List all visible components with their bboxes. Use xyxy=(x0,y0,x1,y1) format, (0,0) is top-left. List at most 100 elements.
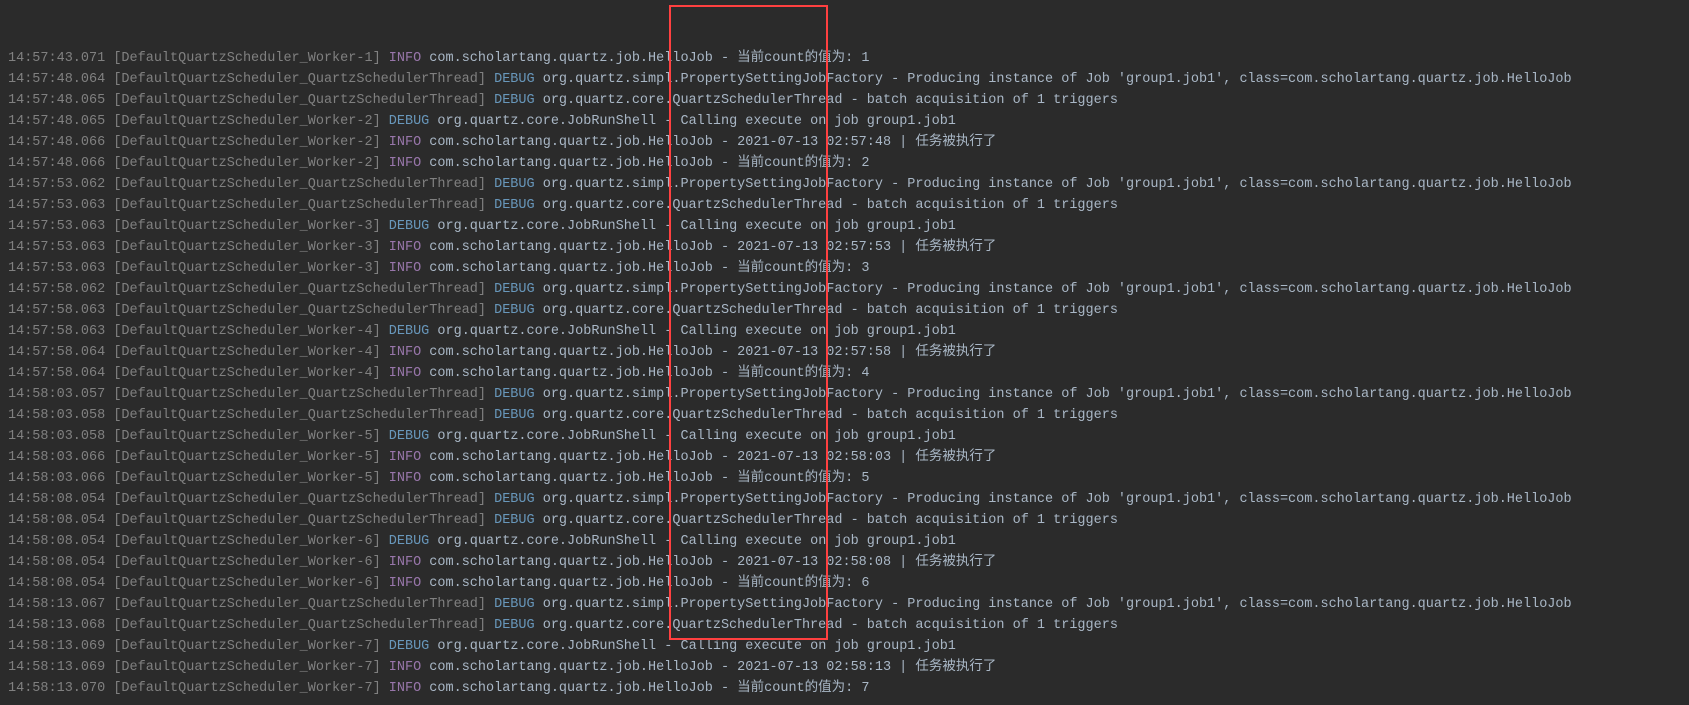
log-line[interactable]: 14:58:03.058 [DefaultQuartzScheduler_Wor… xyxy=(8,426,1681,447)
log-message: 2021-07-13 02:57:48 | 任务被执行了 xyxy=(737,135,996,150)
bracket: [ xyxy=(105,471,121,486)
log-level: DEBUG xyxy=(494,408,535,423)
logger-name: com.scholartang.quartz.job.HelloJob xyxy=(429,450,713,465)
bracket: ] xyxy=(373,51,389,66)
separator: - xyxy=(842,198,866,213)
log-level: DEBUG xyxy=(494,597,535,612)
bracket: ] xyxy=(373,555,389,570)
logger-name: com.scholartang.quartz.job.HelloJob xyxy=(429,261,713,276)
log-message: Calling execute on job group1.job1 xyxy=(680,429,955,444)
logger-name: com.scholartang.quartz.job.HelloJob xyxy=(429,135,713,150)
thread-name: DefaultQuartzScheduler_QuartzSchedulerTh… xyxy=(121,597,477,612)
log-line[interactable]: 14:57:53.063 [DefaultQuartzScheduler_Wor… xyxy=(8,237,1681,258)
log-line[interactable]: 14:57:53.063 [DefaultQuartzScheduler_Wor… xyxy=(8,258,1681,279)
log-line[interactable]: 14:58:13.070 [DefaultQuartzScheduler_Wor… xyxy=(8,678,1681,699)
log-line[interactable]: 14:57:48.065 [DefaultQuartzScheduler_Wor… xyxy=(8,111,1681,132)
log-line[interactable]: 14:58:13.069 [DefaultQuartzScheduler_Wor… xyxy=(8,657,1681,678)
timestamp: 14:58:08.054 xyxy=(8,513,105,528)
log-level: DEBUG xyxy=(389,219,430,234)
log-line[interactable]: 14:58:13.067 [DefaultQuartzScheduler_Qua… xyxy=(8,594,1681,615)
bracket: ] xyxy=(478,618,494,633)
log-line[interactable]: 14:57:58.062 [DefaultQuartzScheduler_Qua… xyxy=(8,279,1681,300)
log-line[interactable]: 14:58:03.066 [DefaultQuartzScheduler_Wor… xyxy=(8,447,1681,468)
log-line[interactable]: 14:57:53.062 [DefaultQuartzScheduler_Qua… xyxy=(8,174,1681,195)
log-level: DEBUG xyxy=(494,198,535,213)
bracket: [ xyxy=(105,450,121,465)
log-line[interactable]: 14:57:53.063 [DefaultQuartzScheduler_Wor… xyxy=(8,216,1681,237)
log-line[interactable]: 14:57:53.063 [DefaultQuartzScheduler_Qua… xyxy=(8,195,1681,216)
thread-name: DefaultQuartzScheduler_Worker-2 xyxy=(121,135,372,150)
timestamp: 14:57:53.063 xyxy=(8,261,105,276)
logger-name: com.scholartang.quartz.job.HelloJob xyxy=(429,555,713,570)
logger-name: org.quartz.simpl.PropertySettingJobFacto… xyxy=(543,597,883,612)
thread-name: DefaultQuartzScheduler_QuartzSchedulerTh… xyxy=(121,513,477,528)
thread-name: DefaultQuartzScheduler_Worker-4 xyxy=(121,345,372,360)
separator: - xyxy=(656,429,680,444)
bracket: ] xyxy=(478,198,494,213)
separator: - xyxy=(883,597,907,612)
logger-name: org.quartz.simpl.PropertySettingJobFacto… xyxy=(543,177,883,192)
separator: - xyxy=(713,576,737,591)
log-line[interactable]: 14:58:08.054 [DefaultQuartzScheduler_Qua… xyxy=(8,489,1681,510)
log-line[interactable]: 14:57:58.063 [DefaultQuartzScheduler_Qua… xyxy=(8,300,1681,321)
timestamp: 14:58:03.057 xyxy=(8,387,105,402)
thread-name: DefaultQuartzScheduler_QuartzSchedulerTh… xyxy=(121,492,477,507)
log-line[interactable]: 14:57:48.065 [DefaultQuartzScheduler_Qua… xyxy=(8,90,1681,111)
thread-name: DefaultQuartzScheduler_Worker-4 xyxy=(121,324,372,339)
thread-name: DefaultQuartzScheduler_Worker-3 xyxy=(121,219,372,234)
log-line[interactable]: 14:57:58.063 [DefaultQuartzScheduler_Wor… xyxy=(8,321,1681,342)
bracket: ] xyxy=(478,303,494,318)
separator: - xyxy=(842,618,866,633)
timestamp: 14:57:48.065 xyxy=(8,93,105,108)
log-message: Producing instance of Job 'group1.job1',… xyxy=(907,72,1571,87)
separator: - xyxy=(713,135,737,150)
log-output-panel[interactable]: 14:57:43.071 [DefaultQuartzScheduler_Wor… xyxy=(0,0,1689,705)
bracket: ] xyxy=(373,156,389,171)
log-message: Calling execute on job group1.job1 xyxy=(680,324,955,339)
log-line[interactable]: 14:58:03.057 [DefaultQuartzScheduler_Qua… xyxy=(8,384,1681,405)
log-line[interactable]: 14:57:48.066 [DefaultQuartzScheduler_Wor… xyxy=(8,153,1681,174)
bracket: [ xyxy=(105,219,121,234)
log-level: INFO xyxy=(389,555,421,570)
bracket: [ xyxy=(105,660,121,675)
bracket: [ xyxy=(105,492,121,507)
log-level: DEBUG xyxy=(494,282,535,297)
log-line[interactable]: 14:57:48.064 [DefaultQuartzScheduler_Qua… xyxy=(8,69,1681,90)
bracket: [ xyxy=(105,114,121,129)
thread-name: DefaultQuartzScheduler_Worker-5 xyxy=(121,450,372,465)
bracket: ] xyxy=(373,681,389,696)
log-line[interactable]: 14:57:43.071 [DefaultQuartzScheduler_Wor… xyxy=(8,48,1681,69)
timestamp: 14:58:08.054 xyxy=(8,576,105,591)
log-level: INFO xyxy=(389,366,421,381)
timestamp: 14:57:53.063 xyxy=(8,198,105,213)
logger-name: org.quartz.simpl.PropertySettingJobFacto… xyxy=(543,72,883,87)
logger-name: org.quartz.core.JobRunShell xyxy=(437,429,656,444)
bracket: [ xyxy=(105,513,121,528)
separator: - xyxy=(713,471,737,486)
logger-name: org.quartz.simpl.PropertySettingJobFacto… xyxy=(543,387,883,402)
log-line[interactable]: 14:58:03.058 [DefaultQuartzScheduler_Qua… xyxy=(8,405,1681,426)
timestamp: 14:58:03.066 xyxy=(8,471,105,486)
log-line[interactable]: 14:58:08.054 [DefaultQuartzScheduler_Wor… xyxy=(8,552,1681,573)
bracket: [ xyxy=(105,408,121,423)
thread-name: DefaultQuartzScheduler_QuartzSchedulerTh… xyxy=(121,93,477,108)
log-line[interactable]: 14:58:03.066 [DefaultQuartzScheduler_Wor… xyxy=(8,468,1681,489)
log-message: 2021-07-13 02:57:53 | 任务被执行了 xyxy=(737,240,996,255)
logger-name: com.scholartang.quartz.job.HelloJob xyxy=(429,681,713,696)
log-line[interactable]: 14:58:13.069 [DefaultQuartzScheduler_Wor… xyxy=(8,636,1681,657)
log-line[interactable]: 14:57:58.064 [DefaultQuartzScheduler_Wor… xyxy=(8,342,1681,363)
log-message: Producing instance of Job 'group1.job1',… xyxy=(907,282,1571,297)
log-line[interactable]: 14:58:13.068 [DefaultQuartzScheduler_Qua… xyxy=(8,615,1681,636)
log-line[interactable]: 14:58:08.054 [DefaultQuartzScheduler_Wor… xyxy=(8,531,1681,552)
log-message: 2021-07-13 02:58:13 | 任务被执行了 xyxy=(737,660,996,675)
logger-name: org.quartz.core.JobRunShell xyxy=(437,534,656,549)
timestamp: 14:57:53.063 xyxy=(8,240,105,255)
log-line[interactable]: 14:58:08.054 [DefaultQuartzScheduler_Qua… xyxy=(8,510,1681,531)
log-line[interactable]: 14:58:08.054 [DefaultQuartzScheduler_Wor… xyxy=(8,573,1681,594)
thread-name: DefaultQuartzScheduler_Worker-7 xyxy=(121,660,372,675)
timestamp: 14:58:03.058 xyxy=(8,429,105,444)
log-line[interactable]: 14:57:58.064 [DefaultQuartzScheduler_Wor… xyxy=(8,363,1681,384)
log-line[interactable]: 14:57:48.066 [DefaultQuartzScheduler_Wor… xyxy=(8,132,1681,153)
separator: - xyxy=(713,51,737,66)
separator: - xyxy=(656,324,680,339)
